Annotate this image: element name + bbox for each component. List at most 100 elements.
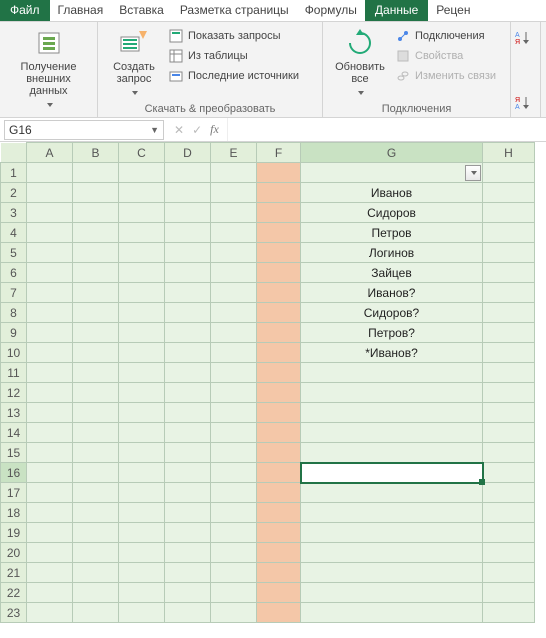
cell-A5[interactable]: [27, 243, 73, 263]
cell-C12[interactable]: [119, 383, 165, 403]
cell-C19[interactable]: [119, 523, 165, 543]
cell-G11[interactable]: [301, 363, 483, 383]
cell-D11[interactable]: [165, 363, 211, 383]
cell-G22[interactable]: [301, 583, 483, 603]
cell-D14[interactable]: [165, 423, 211, 443]
cell-C22[interactable]: [119, 583, 165, 603]
cell-E17[interactable]: [211, 483, 257, 503]
cell-B11[interactable]: [73, 363, 119, 383]
cell-H16[interactable]: [483, 463, 535, 483]
cell-D2[interactable]: [165, 183, 211, 203]
cell-A9[interactable]: [27, 323, 73, 343]
cell-E3[interactable]: [211, 203, 257, 223]
cell-H17[interactable]: [483, 483, 535, 503]
cell-F5[interactable]: [257, 243, 301, 263]
row-header-21[interactable]: 21: [1, 563, 27, 583]
cell-C5[interactable]: [119, 243, 165, 263]
cell-H10[interactable]: [483, 343, 535, 363]
from-table-button[interactable]: Из таблицы: [168, 47, 299, 65]
cell-A10[interactable]: [27, 343, 73, 363]
cell-D3[interactable]: [165, 203, 211, 223]
cell-D16[interactable]: [165, 463, 211, 483]
cell-F16[interactable]: [257, 463, 301, 483]
col-header-D[interactable]: D: [165, 143, 211, 163]
cell-E6[interactable]: [211, 263, 257, 283]
cell-H19[interactable]: [483, 523, 535, 543]
recent-sources-button[interactable]: Последние источники: [168, 67, 299, 85]
row-header-9[interactable]: 9: [1, 323, 27, 343]
cell-E7[interactable]: [211, 283, 257, 303]
tab-review[interactable]: Рецен: [428, 0, 478, 21]
cell-F10[interactable]: [257, 343, 301, 363]
cell-C4[interactable]: [119, 223, 165, 243]
cell-G12[interactable]: [301, 383, 483, 403]
cell-E2[interactable]: [211, 183, 257, 203]
cell-A8[interactable]: [27, 303, 73, 323]
cell-H3[interactable]: [483, 203, 535, 223]
filter-dropdown-button[interactable]: [465, 165, 481, 181]
row-header-10[interactable]: 10: [1, 343, 27, 363]
cell-B1[interactable]: [73, 163, 119, 183]
row-header-16[interactable]: 16: [1, 463, 27, 483]
cell-B19[interactable]: [73, 523, 119, 543]
cell-G9[interactable]: Петров?: [301, 323, 483, 343]
cell-H4[interactable]: [483, 223, 535, 243]
cell-C6[interactable]: [119, 263, 165, 283]
formula-input[interactable]: [227, 118, 546, 141]
cell-D19[interactable]: [165, 523, 211, 543]
cell-E18[interactable]: [211, 503, 257, 523]
cell-H8[interactable]: [483, 303, 535, 323]
col-header-A[interactable]: A: [27, 143, 73, 163]
cell-G15[interactable]: [301, 443, 483, 463]
cell-H15[interactable]: [483, 443, 535, 463]
cell-E8[interactable]: [211, 303, 257, 323]
cell-H1[interactable]: [483, 163, 535, 183]
cell-D10[interactable]: [165, 343, 211, 363]
cell-D18[interactable]: [165, 503, 211, 523]
cell-G5[interactable]: Логинов: [301, 243, 483, 263]
cell-B15[interactable]: [73, 443, 119, 463]
cell-D6[interactable]: [165, 263, 211, 283]
cell-F2[interactable]: [257, 183, 301, 203]
row-header-7[interactable]: 7: [1, 283, 27, 303]
cell-D15[interactable]: [165, 443, 211, 463]
tab-home[interactable]: Главная: [50, 0, 112, 21]
cell-E4[interactable]: [211, 223, 257, 243]
cell-E5[interactable]: [211, 243, 257, 263]
cell-G18[interactable]: [301, 503, 483, 523]
cell-D1[interactable]: [165, 163, 211, 183]
cell-H7[interactable]: [483, 283, 535, 303]
cell-H2[interactable]: [483, 183, 535, 203]
cell-D23[interactable]: [165, 603, 211, 623]
cell-F18[interactable]: [257, 503, 301, 523]
cell-B3[interactable]: [73, 203, 119, 223]
cell-C8[interactable]: [119, 303, 165, 323]
cell-C10[interactable]: [119, 343, 165, 363]
cell-B13[interactable]: [73, 403, 119, 423]
cell-E12[interactable]: [211, 383, 257, 403]
cell-D5[interactable]: [165, 243, 211, 263]
cell-E21[interactable]: [211, 563, 257, 583]
cell-B16[interactable]: [73, 463, 119, 483]
row-header-18[interactable]: 18: [1, 503, 27, 523]
col-header-H[interactable]: H: [483, 143, 535, 163]
cell-D20[interactable]: [165, 543, 211, 563]
fx-icon[interactable]: fx: [210, 122, 219, 137]
cell-A3[interactable]: [27, 203, 73, 223]
cell-C16[interactable]: [119, 463, 165, 483]
cell-A15[interactable]: [27, 443, 73, 463]
cell-G8[interactable]: Сидоров?: [301, 303, 483, 323]
cell-E20[interactable]: [211, 543, 257, 563]
cell-F20[interactable]: [257, 543, 301, 563]
cell-F12[interactable]: [257, 383, 301, 403]
cell-G14[interactable]: [301, 423, 483, 443]
cell-F13[interactable]: [257, 403, 301, 423]
cell-C9[interactable]: [119, 323, 165, 343]
cell-B9[interactable]: [73, 323, 119, 343]
cell-H13[interactable]: [483, 403, 535, 423]
cell-B6[interactable]: [73, 263, 119, 283]
tab-file[interactable]: Файл: [0, 0, 50, 21]
cell-B18[interactable]: [73, 503, 119, 523]
cell-H18[interactable]: [483, 503, 535, 523]
cell-C11[interactable]: [119, 363, 165, 383]
